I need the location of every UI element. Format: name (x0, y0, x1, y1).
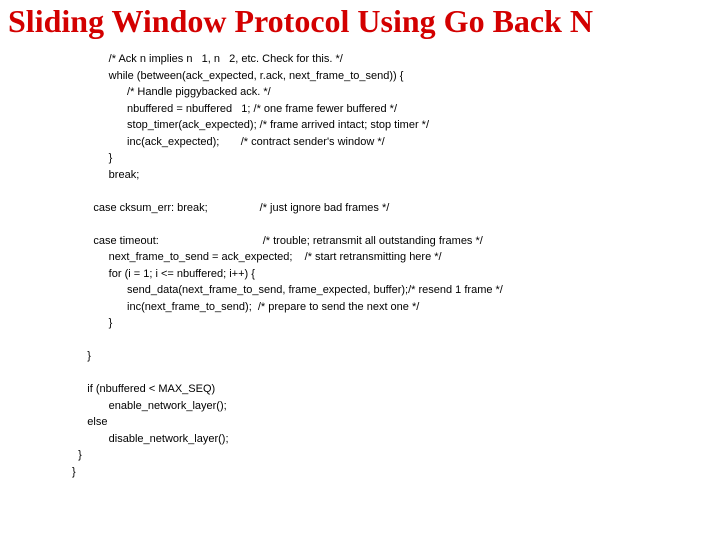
slide-title: Sliding Window Protocol Using Go Back N (8, 4, 712, 39)
slide: Sliding Window Protocol Using Go Back N … (0, 0, 720, 540)
code-block: /* Ack n implies n 1, n 2, etc. Check fo… (8, 51, 712, 480)
